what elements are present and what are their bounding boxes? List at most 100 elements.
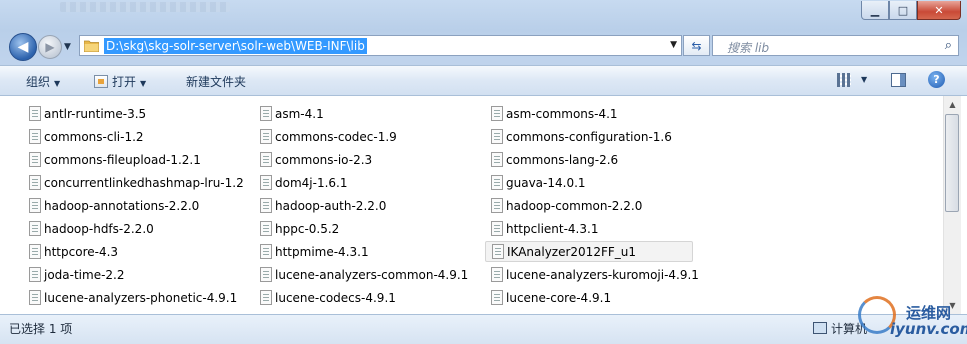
file-item[interactable]: lucene-analyzers-phonetic-4.9.1 bbox=[0, 287, 237, 308]
new-folder-button[interactable]: 新建文件夹 bbox=[186, 73, 246, 90]
watermark-en: iyunv.com bbox=[890, 320, 967, 338]
computer-icon bbox=[813, 322, 827, 334]
title-bar: ▁ □ ✕ bbox=[0, 0, 967, 28]
file-item[interactable]: httpmime-4.3.1 bbox=[231, 241, 369, 262]
file-name: commons-configuration-1.6 bbox=[506, 129, 672, 144]
file-name: lucene-core-4.9.1 bbox=[506, 290, 612, 305]
file-item[interactable]: hadoop-common-2.2.0 bbox=[462, 195, 642, 216]
preview-pane-icon[interactable] bbox=[891, 73, 906, 87]
recent-pages-button[interactable]: ▼ bbox=[64, 42, 71, 52]
command-bar: 组织 ▼ 打开 ▼ 新建文件夹 ▼ ? bbox=[0, 65, 967, 96]
new-folder-label: 新建文件夹 bbox=[186, 75, 247, 89]
file-icon bbox=[491, 106, 503, 121]
help-button[interactable]: ? bbox=[928, 71, 945, 88]
file-icon bbox=[260, 221, 272, 236]
file-item[interactable]: httpcore-4.3 bbox=[0, 241, 118, 262]
file-name: lucene-analyzers-phonetic-4.9.1 bbox=[44, 290, 238, 305]
file-item[interactable]: IKAnalyzer2012FF_u1 bbox=[485, 241, 693, 262]
title-ghost bbox=[60, 2, 230, 12]
file-icon bbox=[29, 221, 41, 236]
file-name: commons-codec-1.9 bbox=[275, 129, 397, 144]
file-item[interactable]: lucene-core-4.9.1 bbox=[462, 287, 611, 308]
address-dropdown-icon[interactable]: ▼ bbox=[670, 40, 677, 50]
file-name: lucene-analyzers-kuromoji-4.9.1 bbox=[506, 267, 699, 282]
scroll-up-icon[interactable]: ▲ bbox=[944, 96, 961, 113]
refresh-button[interactable]: ⇆ bbox=[683, 35, 710, 56]
file-name: guava-14.0.1 bbox=[506, 175, 586, 190]
file-icon bbox=[260, 129, 272, 144]
search-placeholder: 搜索 lib bbox=[727, 41, 770, 55]
maximize-button[interactable]: □ bbox=[889, 1, 917, 20]
search-box[interactable]: 搜索 lib ⌕ bbox=[712, 35, 959, 56]
file-name: lucene-analyzers-common-4.9.1 bbox=[275, 267, 469, 282]
minimize-button[interactable]: ▁ bbox=[861, 1, 889, 20]
file-name: httpcore-4.3 bbox=[44, 244, 119, 259]
back-button[interactable]: ◀ bbox=[9, 33, 37, 61]
file-item[interactable]: hppc-0.5.2 bbox=[231, 218, 339, 239]
file-name: hadoop-auth-2.2.0 bbox=[275, 198, 387, 213]
file-name: hadoop-common-2.2.0 bbox=[506, 198, 643, 213]
file-icon bbox=[491, 129, 503, 144]
file-item[interactable]: guava-14.0.1 bbox=[462, 172, 586, 193]
file-item[interactable]: commons-configuration-1.6 bbox=[462, 126, 672, 147]
organize-label: 组织 bbox=[26, 75, 51, 89]
file-item[interactable]: httpclient-4.3.1 bbox=[462, 218, 598, 239]
file-name: commons-fileupload-1.2.1 bbox=[44, 152, 201, 167]
file-item[interactable]: commons-fileupload-1.2.1 bbox=[0, 149, 201, 170]
open-label: 打开 bbox=[112, 75, 137, 89]
close-button[interactable]: ✕ bbox=[917, 1, 961, 20]
address-path[interactable]: D:\skg\skg-solr-server\solr-web\WEB-INF\… bbox=[104, 38, 367, 54]
file-item[interactable]: lucene-analyzers-kuromoji-4.9.1 bbox=[462, 264, 699, 285]
scroll-thumb[interactable] bbox=[945, 114, 959, 212]
file-item[interactable]: concurrentlinkedhashmap-lru-1.2 bbox=[0, 172, 244, 193]
file-item[interactable]: commons-codec-1.9 bbox=[231, 126, 397, 147]
file-name: httpclient-4.3.1 bbox=[506, 221, 599, 236]
file-icon bbox=[29, 244, 41, 259]
explorer-window: ▁ □ ✕ ◀ ▶ ▼ D:\skg\skg-solr-server\solr-… bbox=[0, 0, 967, 344]
organize-menu[interactable]: 组织 ▼ bbox=[26, 73, 60, 90]
file-list: antlr-runtime-3.5 commons-cli-1.2 commons-… bbox=[0, 96, 967, 314]
vertical-scrollbar[interactable]: ▲ ▼ bbox=[943, 96, 961, 314]
status-bar: 已选择 1 项 计算机 bbox=[0, 314, 967, 344]
file-icon bbox=[29, 175, 41, 190]
file-item[interactable]: commons-cli-1.2 bbox=[0, 126, 144, 147]
file-name: commons-lang-2.6 bbox=[506, 152, 619, 167]
organize-dropdown-icon: ▼ bbox=[54, 79, 61, 88]
forward-button[interactable]: ▶ bbox=[38, 35, 62, 59]
file-item[interactable]: hadoop-hdfs-2.2.0 bbox=[0, 218, 154, 239]
file-icon bbox=[260, 244, 272, 259]
file-name: httpmime-4.3.1 bbox=[275, 244, 369, 259]
file-item[interactable]: asm-4.1 bbox=[231, 103, 324, 124]
file-name: asm-4.1 bbox=[275, 106, 324, 121]
file-item[interactable]: hadoop-auth-2.2.0 bbox=[231, 195, 386, 216]
file-item[interactable]: dom4j-1.6.1 bbox=[231, 172, 347, 193]
file-item[interactable]: hadoop-annotations-2.2.0 bbox=[0, 195, 199, 216]
file-item[interactable]: asm-commons-4.1 bbox=[462, 103, 618, 124]
file-icon bbox=[491, 198, 503, 213]
search-icon[interactable]: ⌕ bbox=[945, 38, 952, 53]
file-item[interactable]: lucene-analyzers-common-4.9.1 bbox=[231, 264, 468, 285]
file-icon bbox=[260, 152, 272, 167]
file-item[interactable]: antlr-runtime-3.5 bbox=[0, 103, 146, 124]
file-name: commons-cli-1.2 bbox=[44, 129, 144, 144]
file-name: joda-time-2.2 bbox=[44, 267, 125, 282]
file-item[interactable]: joda-time-2.2 bbox=[0, 264, 125, 285]
file-item[interactable]: lucene-codecs-4.9.1 bbox=[231, 287, 396, 308]
file-name: commons-io-2.3 bbox=[275, 152, 373, 167]
file-icon bbox=[29, 106, 41, 121]
refresh-icon: ⇆ bbox=[691, 38, 702, 53]
watermark-logo: 运维网 iyunv.com bbox=[858, 294, 967, 340]
file-icon bbox=[260, 290, 272, 305]
address-bar[interactable]: D:\skg\skg-solr-server\solr-web\WEB-INF\… bbox=[79, 35, 682, 56]
open-icon bbox=[94, 75, 108, 88]
view-options-icon[interactable] bbox=[837, 73, 851, 87]
file-item[interactable]: commons-io-2.3 bbox=[231, 149, 372, 170]
file-item[interactable]: commons-lang-2.6 bbox=[462, 149, 618, 170]
file-name: IKAnalyzer2012FF_u1 bbox=[507, 244, 636, 259]
file-icon bbox=[491, 290, 503, 305]
open-menu[interactable]: 打开 ▼ bbox=[94, 73, 146, 90]
file-icon bbox=[29, 290, 41, 305]
file-icon bbox=[260, 175, 272, 190]
open-dropdown-icon: ▼ bbox=[140, 79, 147, 88]
view-options-dropdown-icon[interactable]: ▼ bbox=[861, 75, 867, 84]
